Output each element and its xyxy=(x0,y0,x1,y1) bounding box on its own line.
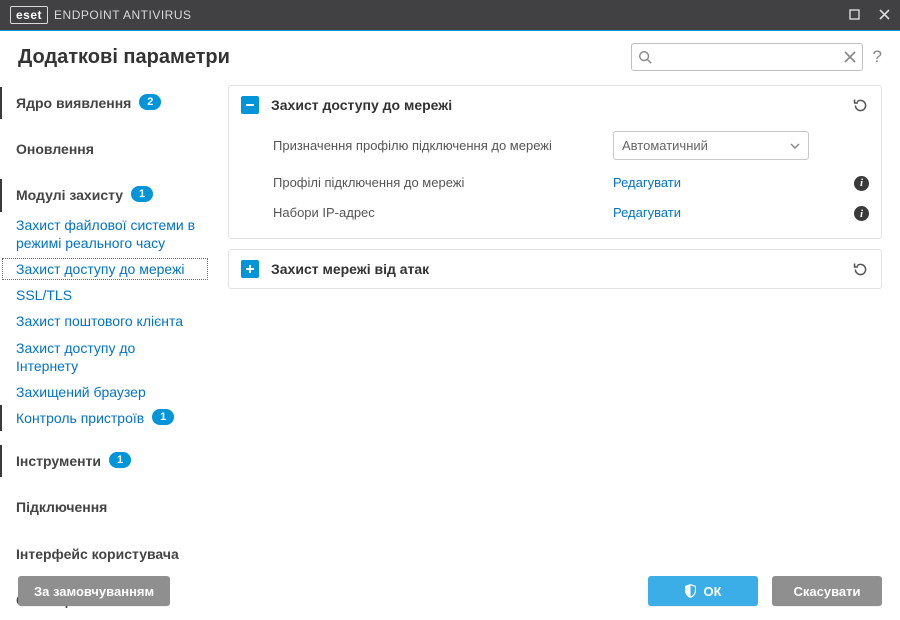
expand-icon[interactable] xyxy=(241,260,259,278)
panel-title: Захист мережі від атак xyxy=(271,261,429,277)
window-title-bar: eset ENDPOINT ANTIVIRUS xyxy=(0,0,900,30)
sidebar: Ядро виявлення2ОновленняМодулі захисту1З… xyxy=(0,79,210,569)
sidebar-item-label: Захист доступу до мережі xyxy=(16,260,185,278)
settings-panel: Захист мережі від атак xyxy=(228,249,882,289)
sidebar-item[interactable]: Модулі захисту 1 xyxy=(0,179,210,211)
search-box[interactable] xyxy=(631,43,863,71)
chevron-down-icon xyxy=(790,140,800,152)
brand-logo-text: eset xyxy=(10,6,48,24)
settings-row: Профілі підключення до мережіРедагувати i xyxy=(273,167,869,198)
sidebar-item-label: Ядро виявлення xyxy=(16,94,131,112)
cancel-button[interactable]: Скасувати xyxy=(772,576,882,606)
sidebar-item[interactable]: Захист поштового клієнта xyxy=(0,308,210,334)
dialog-footer: За замовчуванням ОК Скасувати xyxy=(0,562,900,620)
revert-icon[interactable] xyxy=(852,97,869,114)
sidebar-item[interactable]: Захист файлової системи в режимі реально… xyxy=(0,212,210,256)
count-badge: 2 xyxy=(139,94,161,110)
search-input[interactable] xyxy=(658,49,838,66)
sidebar-item[interactable]: Контроль пристроїв 1 xyxy=(0,405,210,431)
count-badge: 1 xyxy=(109,452,131,468)
collapse-icon[interactable] xyxy=(241,96,259,114)
settings-row: Призначення профілю підключення до мереж… xyxy=(273,124,869,167)
page-title: Додаткові параметри xyxy=(18,46,230,69)
brand: eset ENDPOINT ANTIVIRUS xyxy=(10,6,192,24)
sidebar-item-label: Захист файлової системи в режимі реально… xyxy=(16,216,200,252)
sidebar-item-label: Контроль пристроїв xyxy=(16,409,144,427)
page-header: Додаткові параметри ? xyxy=(0,31,900,79)
brand-product-name: ENDPOINT ANTIVIRUS xyxy=(54,8,191,22)
setting-label: Профілі підключення до мережі xyxy=(273,175,613,190)
ok-button[interactable]: ОК xyxy=(648,576,758,606)
sidebar-item-label: Захист доступу до Інтернету xyxy=(16,339,200,375)
defaults-button[interactable]: За замовчуванням xyxy=(18,576,170,606)
sidebar-item-label: Інтерфейс користувача xyxy=(16,545,179,563)
ok-button-label: ОК xyxy=(703,584,721,599)
settings-content: Захист доступу до мережі Призначення проф… xyxy=(210,79,882,569)
panel-title: Захист доступу до мережі xyxy=(271,97,452,113)
sidebar-item[interactable]: Захист доступу до Інтернету xyxy=(0,335,210,379)
setting-label: Призначення профілю підключення до мереж… xyxy=(273,138,613,153)
sidebar-item[interactable]: Оновлення xyxy=(0,133,210,165)
edit-link[interactable]: Редагувати xyxy=(613,205,681,220)
sidebar-item-label: SSL/TLS xyxy=(16,286,72,304)
shield-icon xyxy=(684,584,697,598)
panel-header[interactable]: Захист доступу до мережі xyxy=(229,86,881,124)
edit-link[interactable]: Редагувати xyxy=(613,175,681,190)
profile-select[interactable]: Автоматичний xyxy=(613,131,809,160)
help-icon[interactable]: ? xyxy=(873,47,882,67)
sidebar-item-label: Захищений браузер xyxy=(16,383,146,401)
sidebar-item[interactable]: SSL/TLS xyxy=(0,282,210,308)
window-close-icon[interactable] xyxy=(876,8,892,23)
select-value: Автоматичний xyxy=(622,138,708,153)
sidebar-item-label: Оновлення xyxy=(16,140,94,158)
revert-icon[interactable] xyxy=(852,261,869,278)
settings-row: Набори ІР-адресРедагувати i xyxy=(273,198,869,229)
sidebar-item[interactable]: Інструменти 1 xyxy=(0,445,210,477)
window-maximize-icon[interactable] xyxy=(846,8,862,23)
settings-panel: Захист доступу до мережі Призначення проф… xyxy=(228,85,882,239)
search-icon xyxy=(638,50,652,64)
clear-search-icon[interactable] xyxy=(844,51,856,63)
sidebar-item-label: Підключення xyxy=(16,498,107,516)
setting-label: Набори ІР-адрес xyxy=(273,205,613,220)
sidebar-item[interactable]: Захищений браузер xyxy=(0,379,210,405)
sidebar-item[interactable]: Підключення xyxy=(0,491,210,523)
info-icon[interactable]: i xyxy=(854,174,869,191)
sidebar-item-label: Інструменти xyxy=(16,452,101,470)
sidebar-item-label: Модулі захисту xyxy=(16,186,123,204)
sidebar-item[interactable]: Ядро виявлення 2 xyxy=(0,87,210,119)
sidebar-item[interactable]: Захист доступу до мережі xyxy=(0,256,210,282)
count-badge: 1 xyxy=(152,409,174,425)
panel-header[interactable]: Захист мережі від атак xyxy=(229,250,881,288)
count-badge: 1 xyxy=(131,186,153,202)
info-icon[interactable]: i xyxy=(854,205,869,222)
sidebar-item-label: Захист поштового клієнта xyxy=(16,312,183,330)
panel-body: Призначення профілю підключення до мереж… xyxy=(229,124,881,238)
